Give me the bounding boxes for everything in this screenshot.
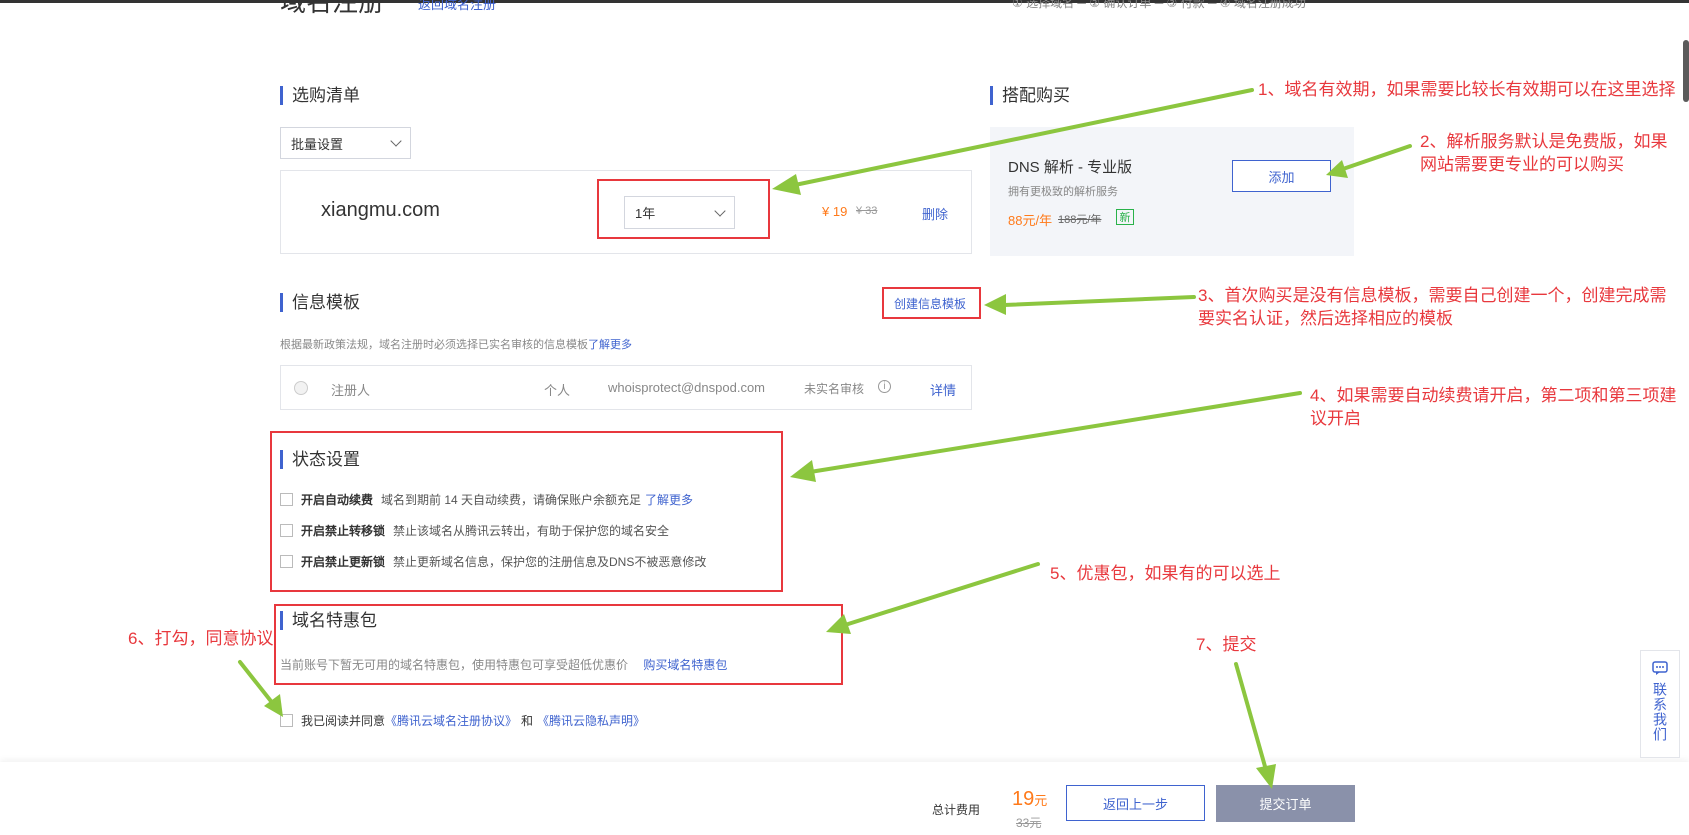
annotation-7: 7、提交 [1196, 635, 1257, 654]
update-lock-checkbox[interactable] [280, 555, 293, 568]
submit-order-button[interactable]: 提交订单 [1216, 785, 1355, 822]
arrow-3 [1002, 295, 1196, 307]
transfer-lock-desc: 禁止该域名从腾讯云转出，有助于保护您的域名安全 [393, 524, 670, 538]
learn-more-link[interactable]: 了解更多 [588, 339, 632, 351]
annotation-5: 5、优惠包，如果有的可以选上 [1050, 564, 1281, 583]
arrow-5 [843, 562, 1040, 627]
auto-renew-desc: 域名到期前 14 天自动续费，请确保账户余额充足 [381, 493, 642, 507]
addon-original-price: 188元/年 [1058, 214, 1102, 226]
new-badge: 新 [1116, 209, 1134, 225]
addon-price: 88元/年 [1008, 213, 1053, 228]
privacy-statement-link[interactable]: 《腾讯云隐私声明》 [537, 712, 645, 729]
template-status: 未实名审核 [804, 382, 865, 396]
addon-description: 拥有更极致的解析服务 [1008, 186, 1118, 198]
agreement-row: 我已阅读并同意 《腾讯云域名注册协议》 和 《腾讯云隐私声明》 [280, 712, 645, 729]
total-value: 19 [1012, 788, 1035, 810]
chevron-down-icon [390, 135, 402, 147]
addon-section-title: 搭配购买 [990, 86, 1070, 105]
transfer-lock-label: 开启禁止转移锁 [301, 524, 386, 538]
order-footer-bar [0, 762, 1689, 835]
contact-us-label: 联系我们 [1652, 682, 1668, 742]
template-notice: 根据最新政策法规，域名注册时必须选择已实名审核的信息模板了解更多 [280, 336, 632, 352]
total-original: 33元 [1016, 816, 1042, 830]
item-price: ¥ 19 [822, 204, 848, 219]
create-template-link[interactable]: 创建信息模板 [894, 295, 966, 312]
auto-renew-checkbox[interactable] [280, 493, 293, 506]
template-type: 个人 [544, 383, 571, 398]
cart-section-title: 选购清单 [280, 86, 360, 105]
back-step-button[interactable]: 返回上一步 [1066, 785, 1205, 821]
package-section-title: 域名特惠包 [280, 611, 377, 630]
top-border [0, 0, 1689, 3]
delete-item-link[interactable]: 删除 [922, 204, 948, 223]
domain-name: xiangmu.com [321, 199, 440, 221]
agreement-and: 和 [521, 714, 534, 728]
scrollbar-thumb[interactable] [1683, 40, 1689, 102]
annotation-6: 6、打勾，同意协议 [128, 629, 274, 648]
addon-product-name: DNS 解析 - 专业版 [1008, 159, 1133, 176]
update-lock-option[interactable]: 开启禁止更新锁 禁止更新域名信息，保护您的注册信息及DNS不被恶意修改 [280, 553, 706, 570]
buy-package-link[interactable]: 购买域名特惠包 [643, 658, 727, 672]
template-name: 注册人 [331, 383, 371, 398]
arrow-6 [238, 660, 276, 707]
update-lock-label: 开启禁止更新锁 [301, 555, 386, 569]
registration-agreement-link[interactable]: 《腾讯云域名注册协议》 [385, 712, 517, 729]
agreement-prefix: 我已阅读并同意 [301, 714, 386, 728]
bulk-settings-label: 批量设置 [291, 136, 344, 152]
registration-period-select[interactable]: 1年 [624, 196, 735, 229]
annotation-4: 4、如果需要自动续费请开启，第二项和第三项建议开启 [1310, 386, 1677, 428]
period-value: 1年 [635, 206, 656, 221]
template-radio[interactable] [294, 381, 308, 395]
agreement-checkbox[interactable] [280, 714, 293, 727]
package-desc: 当前账号下暂无可用的域名特惠包，使用特惠包可享受超低优惠价 [280, 658, 629, 672]
total-label: 总计费用 [932, 803, 981, 817]
step-indicator: ① 选择域名 ─ ② 确认订单 ─ ③ 付款 ─ ④ 域名注册成功 [1012, 0, 1306, 10]
contact-us-widget[interactable]: 联系我们 [1640, 650, 1680, 758]
arrow-7 [1234, 662, 1268, 772]
back-to-register-link[interactable]: 返回域名注册 [418, 0, 496, 13]
auto-renew-option[interactable]: 开启自动续费 域名到期前 14 天自动续费，请确保账户余额充足 了解更多 [280, 491, 693, 508]
total-amount: 19元 [1012, 788, 1047, 811]
template-email: whoisprotect@dnspod.com [608, 380, 765, 395]
update-lock-desc: 禁止更新域名信息，保护您的注册信息及DNS不被恶意修改 [393, 555, 707, 569]
status-section-title: 状态设置 [280, 450, 360, 469]
chat-icon [1652, 661, 1668, 675]
transfer-lock-option[interactable]: 开启禁止转移锁 禁止该域名从腾讯云转出，有助于保护您的域名安全 [280, 522, 669, 539]
transfer-lock-checkbox[interactable] [280, 524, 293, 537]
template-notice-text: 根据最新政策法规，域名注册时必须选择已实名审核的信息模板 [280, 339, 588, 351]
auto-renew-learn-more-link[interactable]: 了解更多 [645, 491, 693, 508]
auto-renew-label: 开启自动续费 [301, 493, 374, 507]
arrow-4-head [790, 460, 816, 482]
template-section-title: 信息模板 [280, 293, 360, 312]
info-icon[interactable]: i [878, 380, 891, 393]
annotation-1: 1、域名有效期，如果需要比较长有效期可以在这里选择 [1258, 80, 1676, 99]
chevron-down-icon [714, 204, 726, 217]
page-title: 域名注册 [280, 0, 385, 17]
add-dns-button[interactable]: 添加 [1232, 160, 1331, 192]
total-unit: 元 [1034, 793, 1048, 808]
item-original-price: ¥ 33 [856, 205, 878, 217]
template-detail-link[interactable]: 详情 [930, 380, 956, 399]
annotation-3: 3、首次购买是没有信息模板，需要自己创建一个，创建完成需要实名认证，然后选择相应… [1198, 286, 1667, 328]
arrow-3-head [984, 294, 1006, 315]
bulk-settings-select[interactable]: 批量设置 [280, 127, 411, 159]
annotation-2: 2、解析服务默认是免费版，如果网站需要更专业的可以购买 [1420, 132, 1668, 174]
package-notice: 当前账号下暂无可用的域名特惠包，使用特惠包可享受超低优惠价 购买域名特惠包 [280, 656, 727, 673]
